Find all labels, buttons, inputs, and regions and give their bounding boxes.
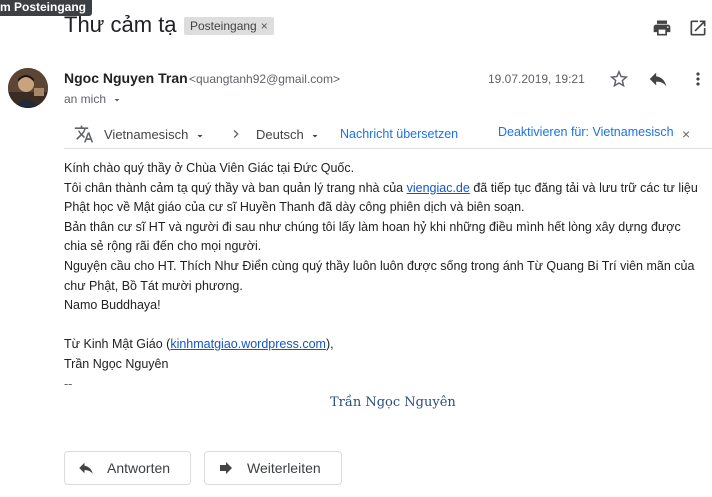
target-language-select[interactable]: Deutsch bbox=[256, 127, 321, 142]
viengiac-link[interactable]: viengiac.de bbox=[407, 181, 470, 195]
body-text: Từ Kinh Mật Giáo ( bbox=[64, 337, 171, 352]
forward-icon bbox=[220, 462, 232, 474]
body-line: Namo Buddhaya! bbox=[64, 298, 161, 313]
email-subject: Thư cảm tạ bbox=[64, 12, 177, 37]
chevron-down-icon bbox=[312, 134, 318, 138]
chevron-down-icon[interactable] bbox=[111, 94, 123, 106]
sender-name[interactable]: Ngoc Nguyen Tran bbox=[64, 70, 188, 86]
translate-bar: Vietnamesisch Deutsch Nachricht übersetz… bbox=[64, 120, 712, 149]
chevron-right-icon bbox=[228, 125, 244, 146]
reply-icon[interactable] bbox=[647, 68, 669, 90]
reply-icon bbox=[79, 462, 93, 474]
body-text: Tôi chân thành cảm tạ quý thầy và ban qu… bbox=[64, 180, 407, 195]
signature-source: Từ Kinh Mật Giáo (kinhmatgiao.wordpress.… bbox=[64, 335, 704, 355]
source-language-label: Vietnamesisch bbox=[104, 127, 189, 142]
signature-name: Trần Ngọc Nguyên bbox=[64, 356, 169, 371]
star-icon[interactable] bbox=[608, 68, 630, 90]
avatar bbox=[8, 68, 48, 108]
reply-button[interactable]: Antworten bbox=[64, 451, 191, 485]
recipient-line[interactable]: an mich bbox=[64, 92, 123, 106]
body-line: Tôi chân thành cảm tạ quý thầy và ban qu… bbox=[64, 179, 704, 218]
more-vert-icon[interactable] bbox=[688, 68, 708, 90]
label-chip[interactable]: Posteingang × bbox=[184, 17, 274, 35]
signature-dash: -- bbox=[64, 376, 73, 391]
print-icon[interactable] bbox=[652, 18, 672, 38]
open-new-window-icon[interactable] bbox=[688, 18, 708, 38]
disable-translation-link[interactable]: Deaktivieren für: Vietnamesisch bbox=[498, 125, 674, 139]
translate-icon bbox=[74, 124, 94, 147]
signature-styled-name: Trần Ngọc Nguyên bbox=[330, 395, 456, 410]
body-line: Bản thân cư sĩ HT và người đi sau như ch… bbox=[64, 219, 681, 254]
target-language-label: Deutsch bbox=[256, 127, 304, 142]
recipient-text: an mich bbox=[64, 92, 107, 106]
reply-button-label: Antworten bbox=[107, 460, 171, 476]
sender-email: <quangtanh92@gmail.com> bbox=[189, 72, 340, 86]
forward-button[interactable]: Weiterleiten bbox=[204, 451, 342, 485]
close-icon[interactable]: × bbox=[682, 126, 690, 142]
body-text: ), bbox=[325, 337, 334, 352]
label-remove-icon[interactable]: × bbox=[261, 19, 268, 33]
body-line: Nguyện cầu cho HT. Thích Như Điển cùng q… bbox=[64, 258, 695, 293]
source-language-select[interactable]: Vietnamesisch bbox=[104, 127, 206, 142]
email-date: 19.07.2019, 19:21 bbox=[488, 72, 585, 86]
chevron-down-icon bbox=[197, 134, 203, 138]
email-body: Kính chào quý thầy ở Chùa Viên Giác tại … bbox=[64, 159, 704, 394]
body-line: Kính chào quý thầy ở Chùa Viên Giác tại … bbox=[64, 161, 355, 175]
translate-message-link[interactable]: Nachricht übersetzen bbox=[340, 127, 458, 141]
label-chip-text: Posteingang bbox=[190, 19, 257, 33]
forward-button-label: Weiterleiten bbox=[247, 460, 321, 476]
kinhmatgiao-link[interactable]: kinhmatgiao.wordpress.com bbox=[170, 337, 326, 351]
